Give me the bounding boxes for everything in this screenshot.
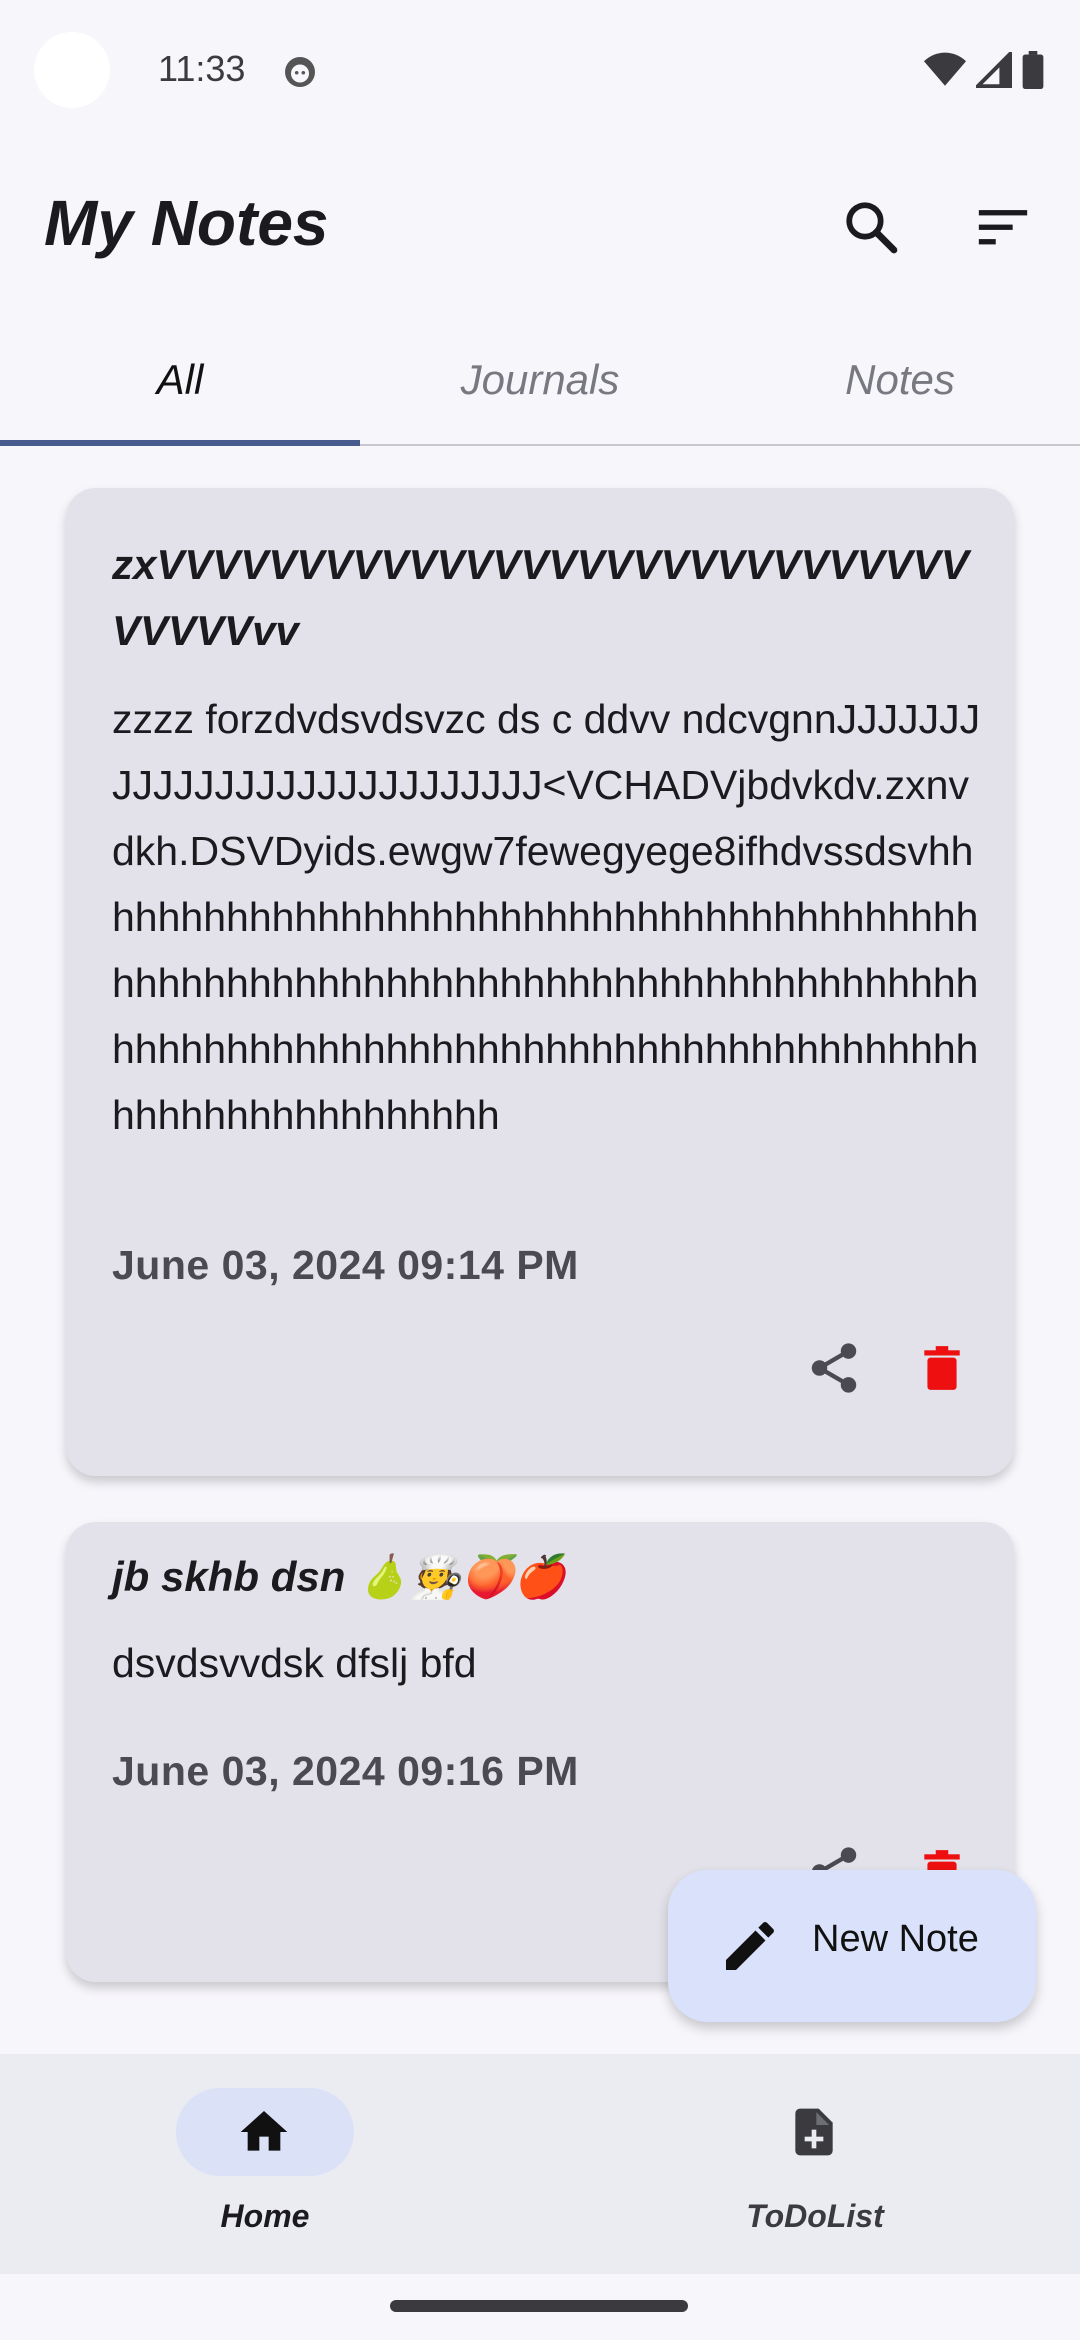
tab-notes[interactable]: Notes [720,316,1080,444]
tab-all[interactable]: All [0,316,360,444]
note-add-icon [780,2098,848,2166]
delete-button[interactable] [910,1336,974,1400]
note-title: jb skhb dsn 🍐🧑‍🍳🍑🍎 [112,1553,567,1600]
nav-home[interactable]: Home [120,2088,420,2238]
sort-button[interactable] [964,188,1042,266]
share-icon [811,1343,857,1393]
share-button[interactable] [802,1336,866,1400]
nav-todolist[interactable]: ToDoList [670,2088,970,2238]
bottom-navigation: Home ToDoList [0,2054,1080,2274]
search-icon [846,202,898,254]
sort-icon [978,210,1028,245]
status-time: 11:33 [158,48,246,89]
camera-cutout [34,32,110,108]
status-icons [924,50,1044,90]
search-button[interactable] [832,188,910,266]
new-note-button[interactable]: New Note [668,1870,1036,2022]
signal-icon [976,52,1012,88]
note-card[interactable]: zxVVVVVVVVVVVVVVVVVVVVVVVVVVVVVVVVVVvv z… [66,488,1014,1476]
gesture-home-indicator[interactable] [390,2300,688,2312]
nav-home-label: Home [220,2198,310,2234]
wifi-icon [924,52,966,86]
page-title: My Notes [44,187,329,259]
face-icon [285,57,315,87]
nav-todolist-label: ToDoList [746,2198,884,2234]
home-icon [230,2098,298,2166]
new-note-label: New Note [812,1918,979,1960]
tab-journals[interactable]: Journals [360,316,720,444]
note-date: June 03, 2024 09:16 PM [112,1748,579,1794]
note-title: zxVVVVVVVVVVVVVVVVVVVVVVVVVVVVVVVVVVvv [112,541,969,654]
note-body: zzzz forzdvdsvdsvzc ds c ddvv ndcvgnnJJJ… [112,696,981,1138]
trash-icon [924,1346,960,1390]
pencil-icon [726,1921,774,1970]
status-bar: 11:33 [0,0,1080,140]
note-body: dsvdsvvdsk dfslj bfd [112,1640,477,1686]
battery-icon [1022,51,1044,89]
app-bar: My Notes [0,160,1080,290]
tab-bar: All Journals Notes [0,316,1080,446]
note-date: June 03, 2024 09:14 PM [112,1242,579,1288]
tab-indicator [0,440,360,446]
